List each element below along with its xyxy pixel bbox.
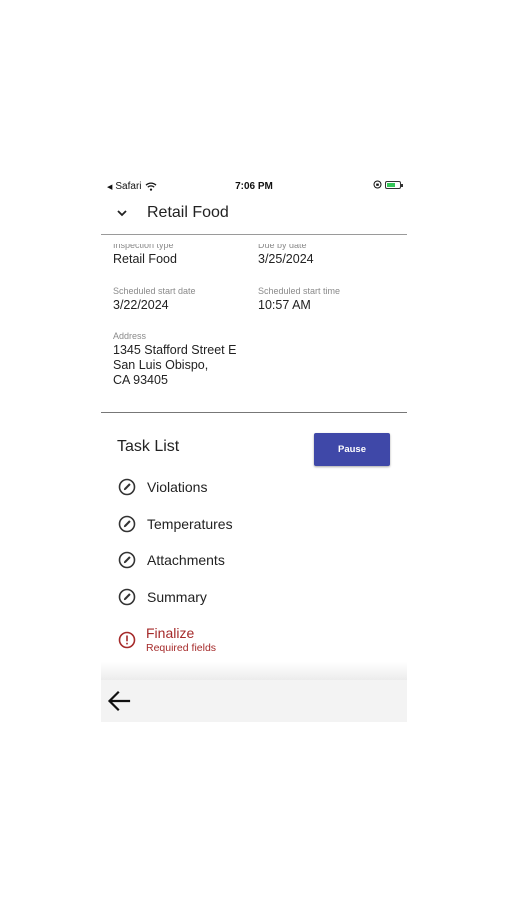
page-title: Retail Food xyxy=(147,204,229,221)
due-by-date-value: 3/25/2024 xyxy=(258,252,314,266)
address-line-1: 1345 Stafford Street E xyxy=(113,343,237,357)
alert-circle-icon xyxy=(118,631,136,649)
inspection-type-value: Retail Food xyxy=(113,252,177,266)
scheduled-start-date-label: Scheduled start date xyxy=(113,286,196,296)
task-list-title: Task List xyxy=(117,438,180,455)
status-indicators xyxy=(373,180,403,189)
inspection-type-label: Inspection type xyxy=(113,240,174,250)
address-line-2: San Luis Obispo, xyxy=(113,358,209,372)
page-header: Retail Food xyxy=(101,200,407,235)
address-line-3: CA 93405 xyxy=(113,373,168,387)
due-by-date-label: Due by date xyxy=(258,240,307,250)
orientation-lock-icon xyxy=(373,180,382,189)
task-item-temperatures[interactable]: Temperatures xyxy=(118,513,378,535)
task-item-label: Attachments xyxy=(147,552,225,568)
app-screen: ◀ Safari 7:06 PM Retail Food Inspection xyxy=(101,176,407,722)
status-time: 7:06 PM xyxy=(235,181,273,192)
task-item-label: Violations xyxy=(147,479,208,495)
task-item-label: Summary xyxy=(147,589,207,605)
task-item-attachments[interactable]: Attachments xyxy=(118,549,378,571)
section-divider xyxy=(101,412,407,413)
battery-icon xyxy=(385,180,403,189)
pencil-circle-icon xyxy=(118,478,136,496)
pause-button[interactable]: Pause xyxy=(314,433,390,466)
scheduled-start-time-value: 10:57 AM xyxy=(258,298,311,312)
task-item-summary[interactable]: Summary xyxy=(118,586,378,608)
finalize-required-fields: Required fields xyxy=(146,642,217,654)
finalize-label: Finalize xyxy=(146,625,195,641)
bottom-nav-bar xyxy=(101,680,407,722)
scheduled-start-time-label: Scheduled start time xyxy=(258,286,341,296)
bottom-fade xyxy=(101,662,407,680)
status-bar: ◀ Safari 7:06 PM xyxy=(101,176,407,198)
scheduled-start-date-value: 3/22/2024 xyxy=(113,298,169,312)
pencil-circle-icon xyxy=(118,515,136,533)
address-label: Address xyxy=(113,331,147,341)
task-item-label: Temperatures xyxy=(147,516,233,532)
chevron-down-icon[interactable] xyxy=(115,206,129,220)
pencil-circle-icon xyxy=(118,551,136,569)
pencil-circle-icon xyxy=(118,588,136,606)
task-item-violations[interactable]: Violations xyxy=(118,476,378,498)
back-arrow-icon[interactable] xyxy=(106,690,132,712)
